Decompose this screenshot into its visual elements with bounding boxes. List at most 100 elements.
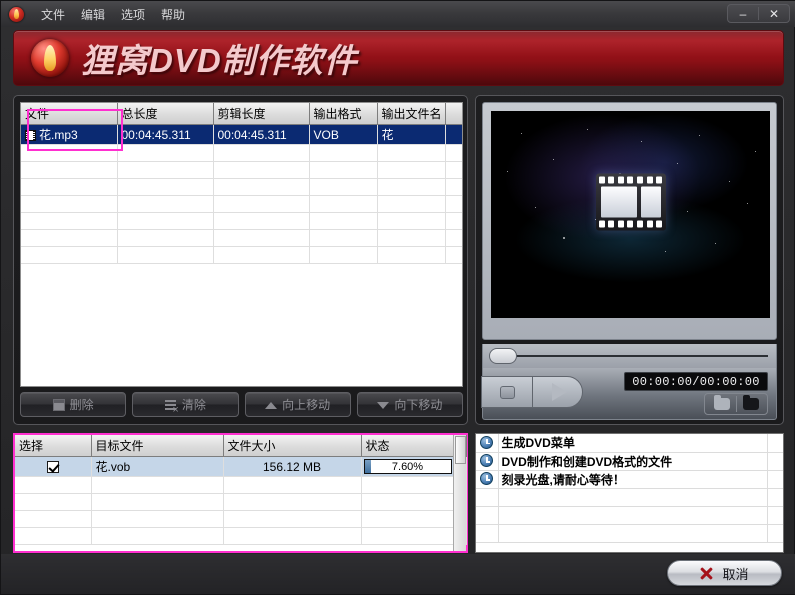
column-header-select[interactable]: 选择 <box>15 435 92 457</box>
app-title: 狸窝DVD制作软件 <box>81 42 358 79</box>
move-down-button-label: 向下移动 <box>394 398 443 412</box>
stop-icon <box>499 385 515 399</box>
column-header-file-size[interactable]: 文件大小 <box>223 435 362 457</box>
seek-bar[interactable] <box>482 344 777 368</box>
table-row-empty <box>15 476 467 494</box>
open-folder-button[interactable] <box>707 395 736 412</box>
delete-button[interactable]: 删除 <box>20 392 127 417</box>
move-up-icon <box>265 402 278 409</box>
delete-button-label: 删除 <box>69 398 94 412</box>
move-down-button[interactable]: 向下移动 <box>356 392 463 417</box>
output-folder-button[interactable] <box>736 395 765 412</box>
delete-icon <box>52 398 65 411</box>
table-row-empty <box>21 246 462 264</box>
stop-button[interactable] <box>482 377 532 407</box>
application-window: 文件 编辑 选项 帮助 – ✕ 狸窝DVD制作软件 文件 总长度 剪辑长度 输出… <box>0 0 795 595</box>
preview-panel: 00:00:00/00:00:00 <box>475 95 784 425</box>
film-frame-left <box>600 186 637 218</box>
column-header-clip-length[interactable]: 剪辑长度 <box>213 103 310 125</box>
film-strip-icon <box>25 130 36 141</box>
status-log-table: 生成DVD菜单 DVD制作和创建DVD格式的文件 刻录光盘,请耐心等待！ <box>476 434 783 543</box>
folder-open-icon <box>713 395 730 410</box>
column-header-extra[interactable] <box>445 103 462 125</box>
cell-target-file: 花.vob <box>91 456 224 477</box>
cell-status: 7.60% <box>361 456 454 477</box>
menu-item-edit[interactable]: 编辑 <box>73 3 113 26</box>
folder-button-group <box>704 393 768 415</box>
move-up-button-label: 向上移动 <box>282 398 331 412</box>
seek-thumb[interactable] <box>489 348 517 364</box>
table-row-empty <box>15 527 467 545</box>
play-button[interactable] <box>532 377 582 407</box>
clear-icon <box>164 399 179 416</box>
column-header-file[interactable]: 文件 <box>21 103 118 125</box>
close-button[interactable]: ✕ <box>759 5 789 22</box>
menu-item-help[interactable]: 帮助 <box>153 3 193 26</box>
file-list-table-container[interactable]: 文件 总长度 剪辑长度 输出格式 输出文件名 花.mp3 00:04:45.31… <box>20 102 463 387</box>
log-end-cell <box>766 452 783 471</box>
scrollbar-thumb[interactable] <box>455 436 466 464</box>
move-up-button[interactable]: 向上移动 <box>244 392 351 417</box>
column-header-total-length[interactable]: 总长度 <box>117 103 214 125</box>
minimize-button[interactable]: – <box>728 5 758 22</box>
menu-bar: 文件 编辑 选项 帮助 <box>33 3 193 26</box>
cell-file: 花.mp3 <box>21 124 118 145</box>
log-end-cell <box>766 434 783 453</box>
seek-track <box>493 355 768 357</box>
cell-output-format: VOB <box>309 124 378 145</box>
cell-select[interactable] <box>15 456 92 477</box>
progress-bar: 7.60% <box>363 459 452 474</box>
menu-item-file[interactable]: 文件 <box>33 3 73 26</box>
close-x-icon <box>700 567 713 580</box>
row-checkbox[interactable] <box>46 460 59 473</box>
column-header-output-format[interactable]: 输出格式 <box>309 103 378 125</box>
cancel-button-label: 取消 <box>722 566 749 582</box>
table-row[interactable]: 花.mp3 00:04:45.311 00:04:45.311 VOB 花 <box>21 124 462 145</box>
table-row-empty <box>21 178 462 196</box>
clock-icon <box>480 472 494 485</box>
cell-file-size: 156.12 MB <box>223 456 362 477</box>
cell-total-length: 00:04:45.311 <box>117 124 214 145</box>
table-row[interactable]: 花.vob 156.12 MB 7.60% <box>15 456 467 477</box>
cell-output-name: 花 <box>377 124 446 145</box>
video-player <box>482 102 777 340</box>
log-text: DVD制作和创建DVD格式的文件 <box>498 452 767 471</box>
column-header-output-name[interactable]: 输出文件名 <box>377 103 446 125</box>
file-list-panel: 文件 总长度 剪辑长度 输出格式 输出文件名 花.mp3 00:04:45.31… <box>13 95 468 425</box>
target-file-panel[interactable]: 选择 目标文件 文件大小 状态 花.vob 156.12 MB 7.60% <box>13 433 468 553</box>
column-header-status[interactable]: 状态 <box>361 435 454 457</box>
title-bar: 文件 编辑 选项 帮助 – ✕ <box>1 1 795 27</box>
log-end-cell <box>766 470 783 489</box>
window-controls: – ✕ <box>727 4 790 23</box>
brand-banner: 狸窝DVD制作软件 <box>13 30 784 86</box>
clear-button[interactable]: 清除 <box>132 392 239 417</box>
film-strip-logo-icon <box>595 173 666 231</box>
menu-item-options[interactable]: 选项 <box>113 3 153 26</box>
cancel-button[interactable]: 取消 <box>667 560 782 586</box>
log-text: 生成DVD菜单 <box>498 434 767 453</box>
vertical-scrollbar[interactable] <box>453 435 466 551</box>
file-list-actions: 删除 清除 向上移动 向下移动 <box>20 392 463 419</box>
video-screen[interactable] <box>491 111 770 318</box>
flame-logo-large-icon <box>31 39 69 77</box>
flame-logo-icon <box>9 6 24 22</box>
play-icon <box>551 383 567 401</box>
log-icon-cell <box>476 470 499 489</box>
list-item: 刻录光盘,请耐心等待！ <box>476 470 783 489</box>
folder-closed-icon <box>743 395 759 410</box>
progress-bar-label: 7.60% <box>391 460 424 473</box>
cell-file-label: 花.mp3 <box>39 128 78 142</box>
timecode-display: 00:00:00/00:00:00 <box>624 372 768 391</box>
log-text: 刻录光盘,请耐心等待！ <box>498 470 767 489</box>
status-log-panel[interactable]: 生成DVD菜单 DVD制作和创建DVD格式的文件 刻录光盘,请耐心等待！ <box>475 433 784 553</box>
clock-icon <box>480 454 494 467</box>
clear-button-label: 清除 <box>181 398 206 412</box>
list-item-empty <box>476 524 783 543</box>
perforation-row-bottom <box>598 220 663 228</box>
table-row-empty <box>15 510 467 528</box>
column-header-target-file[interactable]: 目标文件 <box>91 435 224 457</box>
film-frame-right <box>640 186 661 218</box>
table-row-empty <box>21 212 462 230</box>
move-down-icon <box>377 402 390 409</box>
table-row-empty <box>21 144 462 162</box>
